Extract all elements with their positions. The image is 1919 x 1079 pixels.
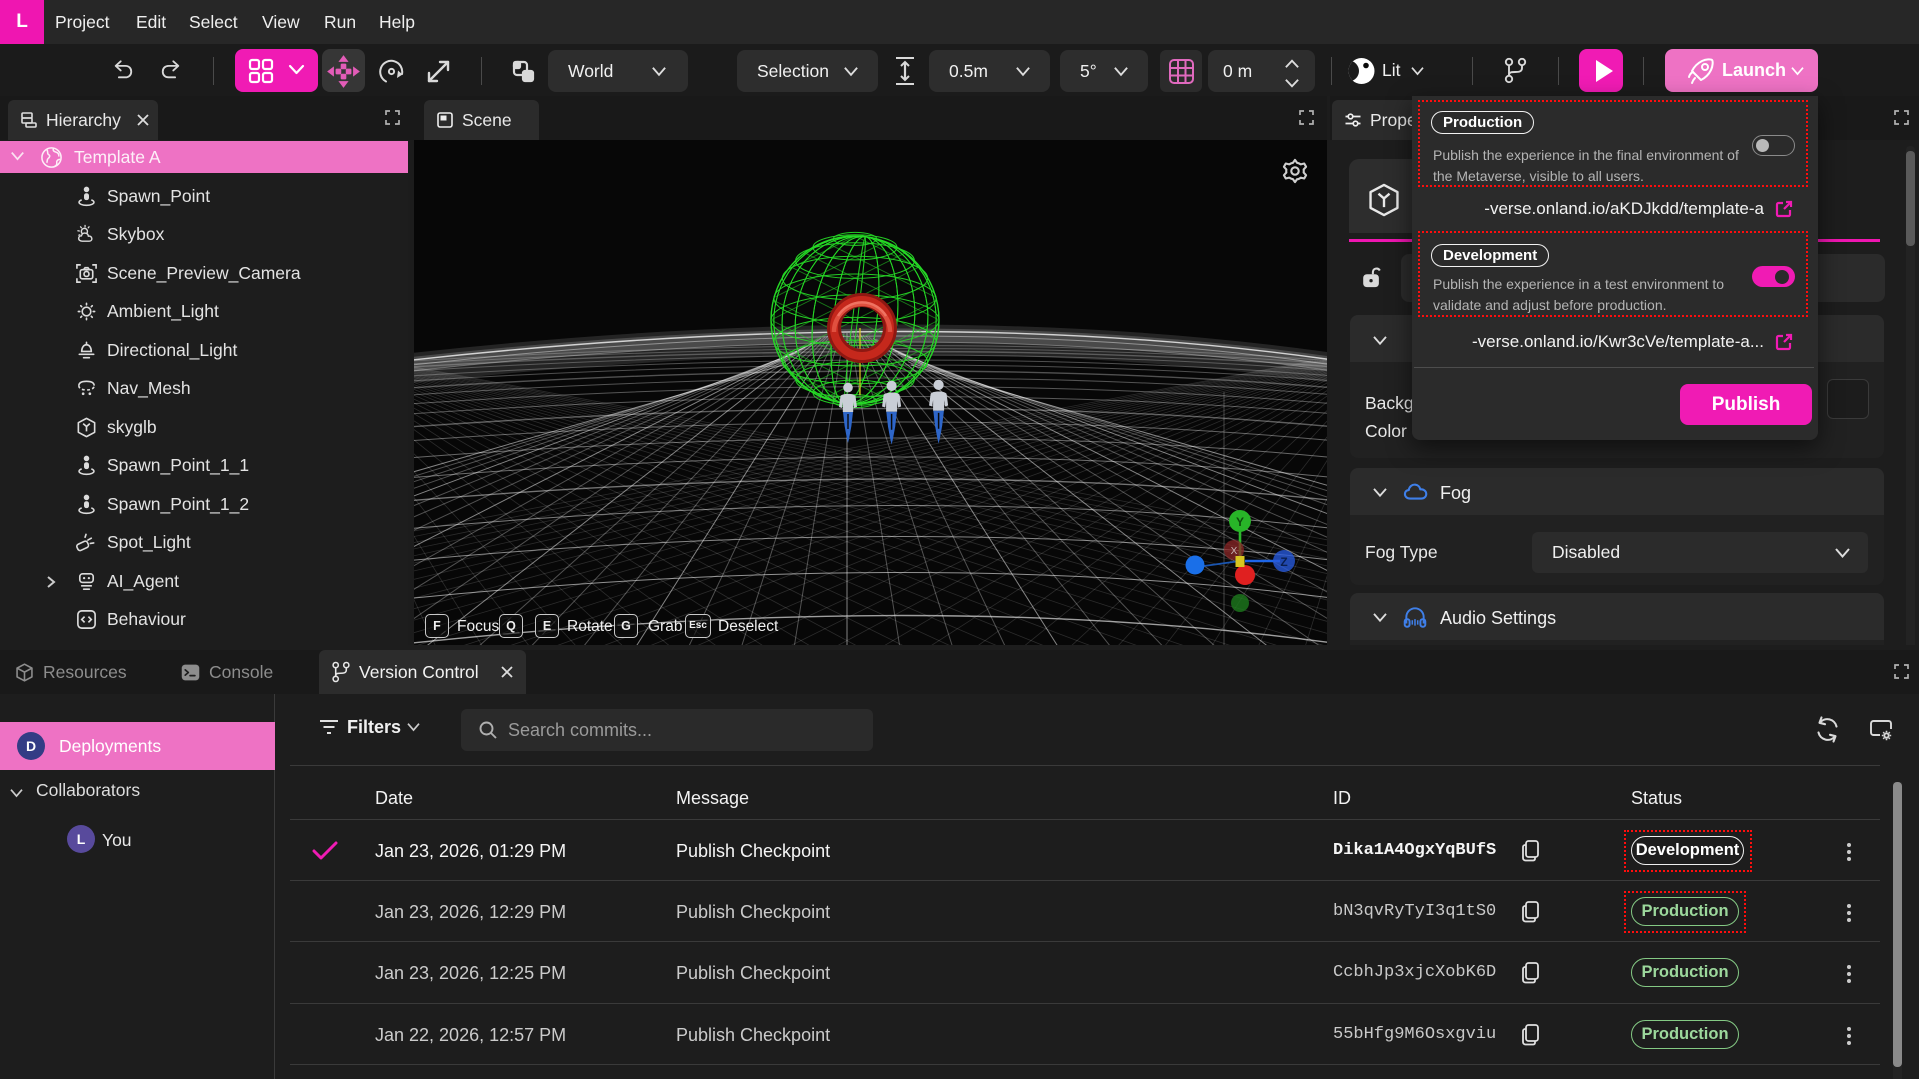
svg-text:Y: Y [1236,515,1244,529]
svg-text:X: X [1231,546,1238,557]
svg-text:Z: Z [1280,555,1287,569]
